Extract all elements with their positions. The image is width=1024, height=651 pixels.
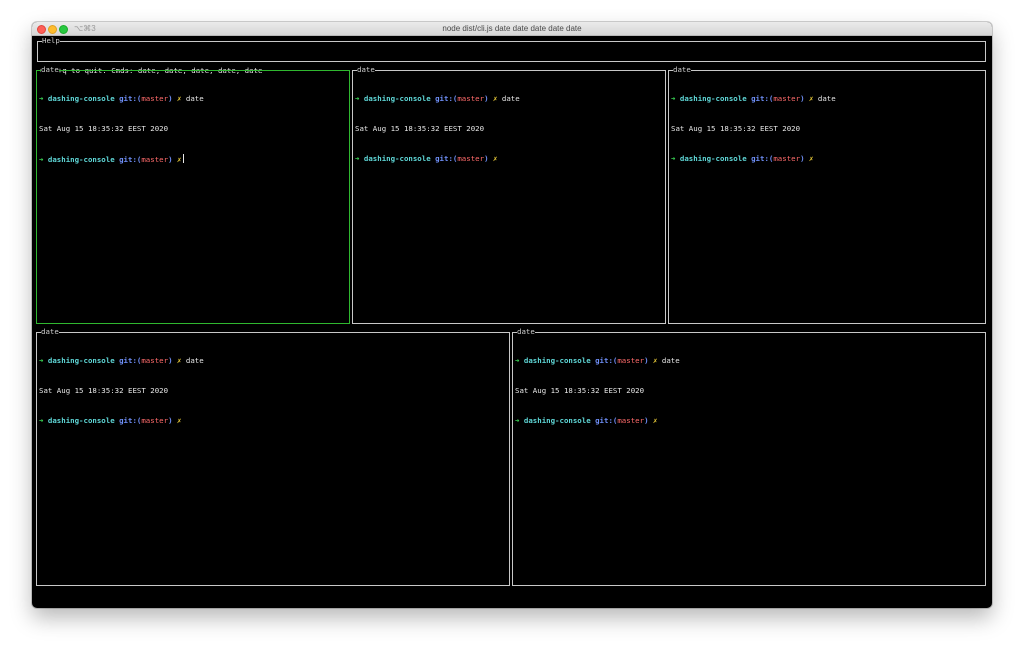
command-text: date (661, 356, 680, 365)
command-output: Sat Aug 15 18:35:32 EEST 2020 (515, 386, 645, 395)
prompt-branch: master (773, 154, 801, 163)
prompt-arrow: ➜ (355, 94, 360, 103)
command-line: ➜ dashing-console git:(master) ✗ date (671, 94, 983, 104)
prompt-dirty-marker: ✗ (808, 94, 814, 103)
prompt-branch: master (457, 94, 485, 103)
prompt-branch: master (617, 356, 645, 365)
prompt-arrow: ➜ (39, 416, 44, 425)
prompt-dirty-marker: ✗ (652, 416, 658, 425)
terminal-panel[interactable]: date ➜ dashing-console git:(master) ✗ da… (36, 65, 350, 324)
command-line: ➜ dashing-console git:(master) ✗ date (39, 356, 507, 366)
terminal-panel[interactable]: date ➜ dashing-console git:(master) ✗ da… (36, 327, 510, 586)
command-line: ➜ dashing-console git:(master) ✗ date (39, 94, 347, 104)
command-output: Sat Aug 15 18:35:32 EEST 2020 (39, 386, 169, 395)
prompt-arrow: ➜ (515, 416, 520, 425)
prompt-branch: master (141, 356, 169, 365)
prompt-repo: dashing-console (47, 356, 115, 365)
prompt-git-suffix: ) (644, 416, 649, 425)
prompt-branch: master (617, 416, 645, 425)
command-text: date (817, 94, 836, 103)
prompt-git-prefix: git:( (435, 94, 458, 103)
help-panel: Help CTRL+q to quit. Cmds: date, date, d… (37, 36, 986, 75)
prompt-arrow: ➜ (39, 155, 44, 164)
terminal-window: ⌥⌘3 node dist/cli.js date date date date… (32, 22, 992, 608)
prompt-dirty-marker: ✗ (176, 155, 182, 164)
prompt-dirty-marker: ✗ (808, 154, 814, 163)
prompt-branch: master (141, 416, 169, 425)
prompt-repo: dashing-console (47, 155, 115, 164)
prompt-git-prefix: git:( (119, 356, 142, 365)
active-prompt[interactable]: ➜ dashing-console git:(master) ✗ (39, 154, 347, 164)
prompt-arrow: ➜ (671, 154, 676, 163)
active-prompt[interactable]: ➜ dashing-console git:(master) ✗ (671, 154, 983, 164)
active-prompt[interactable]: ➜ dashing-console git:(master) ✗ (515, 416, 983, 426)
prompt-repo: dashing-console (363, 154, 431, 163)
prompt-git-prefix: git:( (751, 154, 774, 163)
prompt-repo: dashing-console (679, 94, 747, 103)
prompt-git-prefix: git:( (119, 155, 142, 164)
prompt-repo: dashing-console (679, 154, 747, 163)
command-text: date (501, 94, 520, 103)
prompt-branch: master (457, 154, 485, 163)
prompt-git-suffix: ) (484, 154, 489, 163)
command-output: Sat Aug 15 18:35:32 EEST 2020 (355, 124, 485, 133)
prompt-arrow: ➜ (355, 154, 360, 163)
prompt-arrow: ➜ (39, 356, 44, 365)
prompt-repo: dashing-console (47, 94, 115, 103)
prompt-repo: dashing-console (523, 356, 591, 365)
command-text: date (185, 356, 204, 365)
active-prompt[interactable]: ➜ dashing-console git:(master) ✗ (39, 416, 507, 426)
title-bar[interactable]: ⌥⌘3 node dist/cli.js date date date date… (32, 22, 992, 36)
prompt-dirty-marker: ✗ (176, 356, 182, 365)
prompt-dirty-marker: ✗ (176, 94, 182, 103)
prompt-git-suffix: ) (168, 94, 173, 103)
prompt-git-suffix: ) (168, 356, 173, 365)
prompt-arrow: ➜ (671, 94, 676, 103)
prompt-git-suffix: ) (800, 94, 805, 103)
terminal-panel[interactable]: date ➜ dashing-console git:(master) ✗ da… (352, 65, 666, 324)
prompt-dirty-marker: ✗ (176, 416, 182, 425)
prompt-git-prefix: git:( (435, 154, 458, 163)
prompt-git-prefix: git:( (751, 94, 774, 103)
window-title: node dist/cli.js date date date date dat… (442, 24, 582, 33)
prompt-repo: dashing-console (47, 416, 115, 425)
command-line: ➜ dashing-console git:(master) ✗ date (355, 94, 663, 104)
command-line: ➜ dashing-console git:(master) ✗ date (515, 356, 983, 366)
prompt-arrow: ➜ (515, 356, 520, 365)
prompt-arrow: ➜ (39, 94, 44, 103)
prompt-git-suffix: ) (168, 155, 173, 164)
prompt-git-suffix: ) (168, 416, 173, 425)
prompt-repo: dashing-console (523, 416, 591, 425)
prompt-git-suffix: ) (484, 94, 489, 103)
command-text: date (185, 94, 204, 103)
prompt-git-suffix: ) (644, 356, 649, 365)
terminal-panel[interactable]: date ➜ dashing-console git:(master) ✗ da… (512, 327, 986, 586)
prompt-git-suffix: ) (800, 154, 805, 163)
prompt-git-prefix: git:( (595, 356, 618, 365)
terminal-panel[interactable]: date ➜ dashing-console git:(master) ✗ da… (668, 65, 986, 324)
prompt-repo: dashing-console (363, 94, 431, 103)
command-output: Sat Aug 15 18:35:32 EEST 2020 (671, 124, 801, 133)
prompt-branch: master (773, 94, 801, 103)
prompt-git-prefix: git:( (595, 416, 618, 425)
prompt-branch: master (141, 94, 169, 103)
prompt-git-prefix: git:( (119, 416, 142, 425)
prompt-branch: master (141, 155, 169, 164)
help-panel-label: Help (42, 36, 60, 46)
prompt-dirty-marker: ✗ (492, 94, 498, 103)
active-prompt[interactable]: ➜ dashing-console git:(master) ✗ (355, 154, 663, 164)
prompt-dirty-marker: ✗ (492, 154, 498, 163)
prompt-git-prefix: git:( (119, 94, 142, 103)
text-cursor (183, 154, 185, 163)
prompt-dirty-marker: ✗ (652, 356, 658, 365)
command-output: Sat Aug 15 18:35:32 EEST 2020 (39, 124, 169, 133)
